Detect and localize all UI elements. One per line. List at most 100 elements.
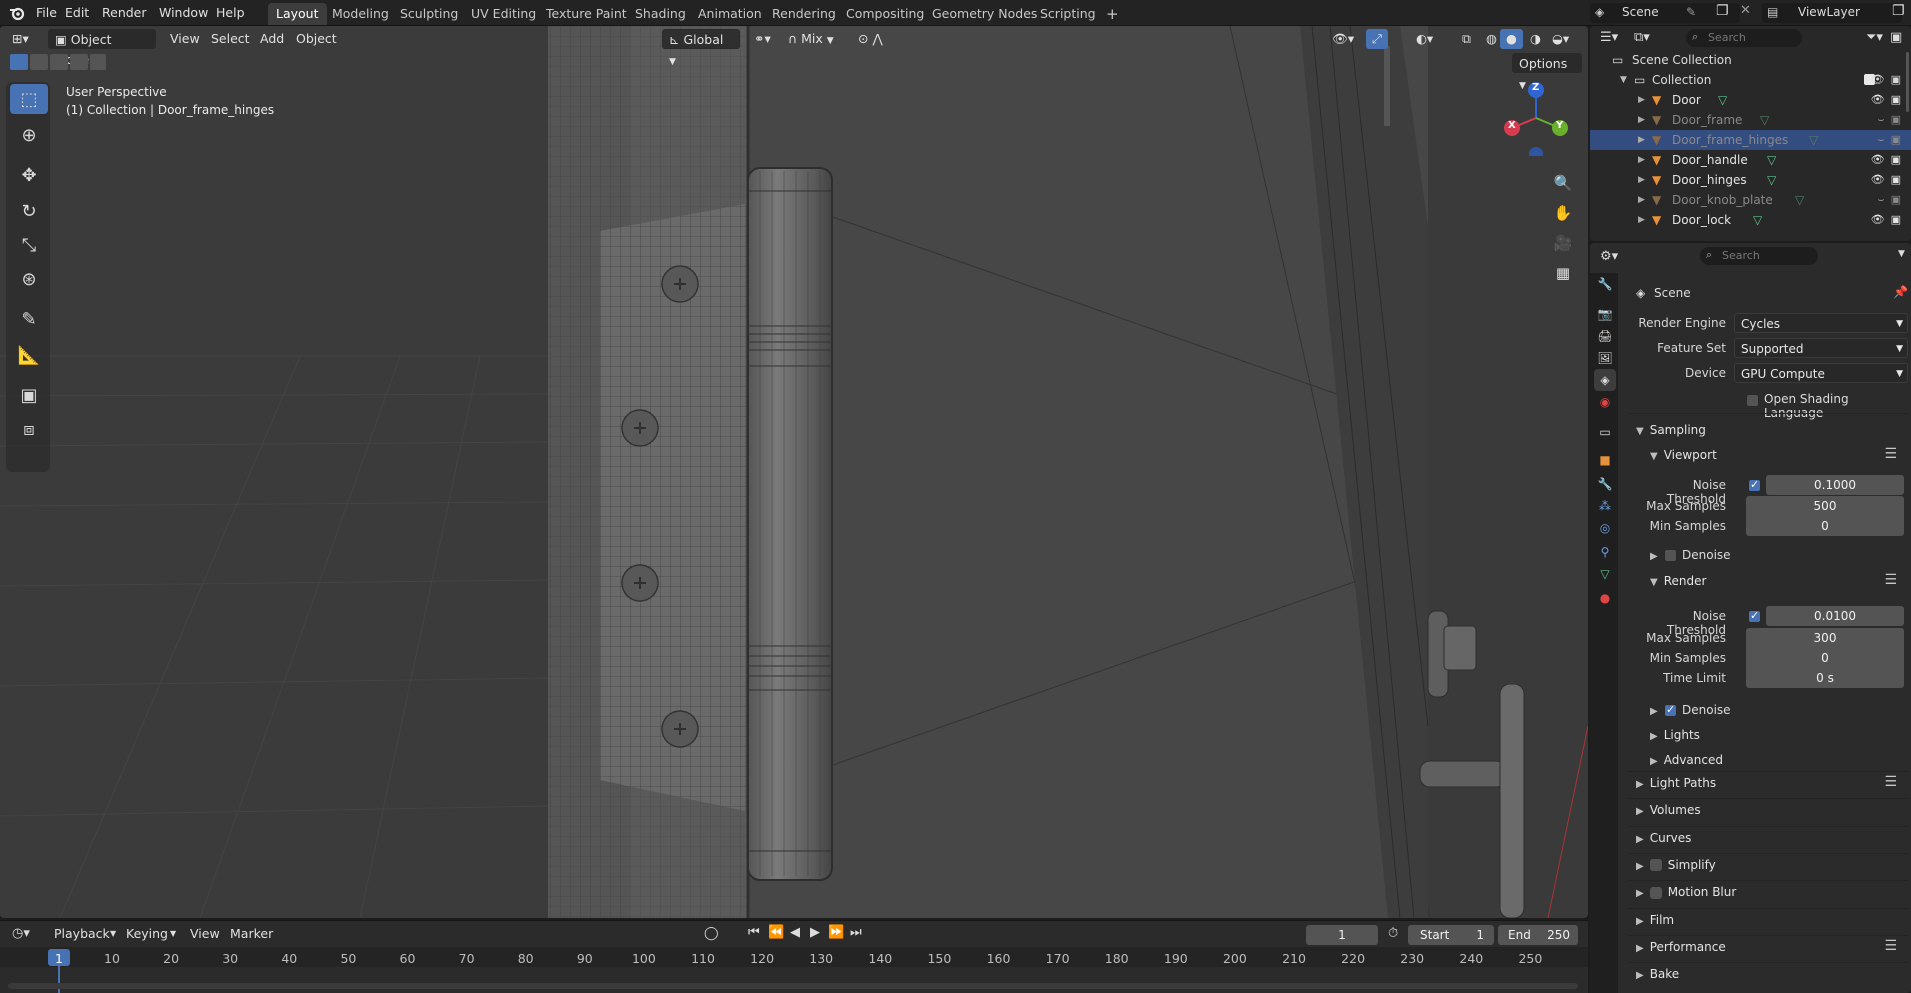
menu-help[interactable]: Help: [210, 3, 251, 23]
start-frame-field[interactable]: Start 1: [1408, 925, 1494, 945]
object-tab-icon[interactable]: ■: [1594, 449, 1616, 471]
panel-checkbox[interactable]: [1649, 886, 1662, 899]
osl-checkbox[interactable]: [1746, 394, 1759, 407]
timeline-menu-keying[interactable]: Keying: [120, 924, 174, 944]
measure-icon[interactable]: 📐: [10, 340, 48, 370]
eye-icon[interactable]: 👁▣: [1871, 90, 1907, 110]
mesh-data-icon[interactable]: ▽: [1767, 170, 1776, 190]
vp-max-samples-field[interactable]: 500: [1746, 496, 1904, 516]
outliner-scrollbar[interactable]: [1906, 52, 1909, 112]
tab-geometry-nodes[interactable]: Geometry Nodes: [924, 3, 1045, 25]
eye-icon[interactable]: 👁▣: [1871, 210, 1907, 230]
annotate-icon[interactable]: ✎: [10, 304, 48, 334]
timeline-menu-view[interactable]: View: [184, 924, 226, 944]
shading-solid-icon[interactable]: ●: [1500, 29, 1523, 49]
collection-tab-icon[interactable]: ▭: [1594, 421, 1616, 443]
mesh-data-icon[interactable]: ▽: [1795, 190, 1804, 210]
overlays-icon[interactable]: ◐▾: [1410, 29, 1439, 49]
outliner-object-row[interactable]: ▶ ▼ Door_hinges ▽ 👁▣: [1590, 170, 1911, 190]
3d-viewport[interactable]: ⊞▾ ▣ Object Mode ▼ View Select Add Objec…: [0, 26, 1588, 918]
preset-list-icon[interactable]: ☰: [1884, 938, 1897, 954]
jump-end-icon[interactable]: ⏭: [850, 925, 862, 940]
panel-header[interactable]: ▶ Bake: [1636, 967, 1679, 981]
r-noise-field[interactable]: 0.0100: [1766, 606, 1904, 626]
r-min-samples-field[interactable]: 0: [1746, 648, 1904, 668]
editor-type-icon[interactable]: ⊞▾: [6, 29, 35, 49]
select-intersect-icon[interactable]: [90, 54, 106, 70]
vp-denoise-header[interactable]: ▶: [1650, 548, 1664, 562]
constraints-tab-icon[interactable]: ⚲: [1594, 541, 1616, 563]
outliner-editor-icon[interactable]: ☰▾: [1600, 30, 1618, 45]
mesh-data-icon[interactable]: ▽: [1753, 210, 1762, 230]
panel-checkbox[interactable]: [1649, 859, 1662, 872]
physics-tab-icon[interactable]: ◎: [1594, 517, 1616, 539]
r-max-samples-field[interactable]: 300: [1746, 628, 1904, 648]
viewport-menu-add[interactable]: Add: [254, 29, 290, 49]
next-keyframe-icon[interactable]: ⏩: [828, 925, 844, 940]
filter-icon[interactable]: ⏷▾: [1866, 30, 1883, 45]
outliner[interactable]: ☰▾ ⧉▾ ⌕ Search ⏷▾ ▣ ▭ Scene Collection ▼…: [1590, 26, 1911, 241]
chevron-right-icon[interactable]: ▶: [1638, 190, 1645, 210]
zoom-icon[interactable]: 🔍: [1550, 170, 1576, 196]
autokey-icon[interactable]: ◯: [704, 926, 719, 941]
visibility-icons[interactable]: 👁▣: [1871, 70, 1907, 90]
rotate-icon[interactable]: ↻: [10, 196, 48, 226]
new-viewlayer-icon[interactable]: ❐: [1892, 3, 1905, 19]
transform-icon[interactable]: ⊛: [10, 264, 48, 294]
outliner-search[interactable]: ⌕ Search: [1686, 29, 1802, 47]
current-frame-field[interactable]: 1: [1306, 925, 1378, 945]
mesh-data-icon[interactable]: ▽: [1809, 130, 1818, 150]
select-invert-icon[interactable]: [70, 54, 88, 70]
lights-subpanel-header[interactable]: ▶ Lights: [1650, 728, 1700, 742]
output-tab-icon[interactable]: 🖨: [1594, 325, 1616, 347]
sampling-panel-header[interactable]: ▼ Sampling: [1636, 423, 1706, 437]
eye-icon[interactable]: 👁▣: [1871, 170, 1907, 190]
menu-render[interactable]: Render: [96, 3, 153, 23]
mesh-data-icon[interactable]: ▽: [1767, 150, 1776, 170]
new-scene-icon[interactable]: ❐: [1716, 3, 1729, 19]
chevron-right-icon[interactable]: ▶: [1638, 170, 1645, 190]
mode-dropdown[interactable]: ▣ Object Mode ▼: [48, 29, 156, 67]
timeline-scrollbar[interactable]: [8, 983, 1578, 989]
panel-header[interactable]: ▶ Light Paths: [1636, 776, 1716, 790]
properties-editor-icon[interactable]: ⚙▾: [1600, 249, 1618, 264]
snap-dropdown[interactable]: ∩ Mix ▼: [782, 29, 848, 49]
scale-icon[interactable]: ⤡: [10, 230, 48, 260]
tab-uv-editing[interactable]: UV Editing: [463, 3, 544, 25]
feature-set-dropdown[interactable]: Supported ▼: [1734, 338, 1908, 358]
menu-edit[interactable]: Edit: [59, 3, 95, 23]
blender-logo-icon[interactable]: [8, 4, 26, 22]
timeline[interactable]: ◷▾ Playback ▼ Keying ▼ View Marker ◯ ⏮ ⏪…: [0, 920, 1588, 993]
outliner-object-row[interactable]: ▶ ▼ Door_lock ▽ 👁▣: [1590, 210, 1911, 230]
tab-shading[interactable]: Shading: [627, 3, 694, 25]
panel-header[interactable]: ▶ Film: [1636, 913, 1674, 927]
outliner-object-row[interactable]: ▶ ▼ Door ▽ 👁▣: [1590, 90, 1911, 110]
outliner-object-row[interactable]: ▶ ▼ Door_frame_hinges ▽ ⌣▣: [1590, 130, 1911, 150]
chevron-right-icon[interactable]: ▶: [1638, 130, 1645, 150]
render-tab-icon[interactable]: 📷: [1594, 303, 1616, 325]
transform-orientation-dropdown[interactable]: ⊾ Global ▼: [662, 29, 740, 67]
select-new-icon[interactable]: [10, 54, 28, 70]
vp-noise-field[interactable]: 0.1000: [1766, 475, 1904, 495]
xray-icon[interactable]: ⧉: [1456, 29, 1477, 49]
collection-row[interactable]: ▼ ▭ Collection 👁▣: [1590, 70, 1911, 90]
timeline-menu-playback[interactable]: Playback: [48, 924, 116, 944]
vp-denoise-checkbox[interactable]: [1664, 549, 1677, 562]
play-icon[interactable]: ▶: [810, 925, 820, 940]
pan-hand-icon[interactable]: ✋: [1550, 200, 1576, 226]
r-time-limit-field[interactable]: 0 s: [1746, 668, 1904, 688]
chevron-right-icon[interactable]: ▶: [1638, 210, 1645, 230]
chevron-right-icon[interactable]: ▶: [1638, 110, 1645, 130]
render-subpanel-header[interactable]: ▼ Render: [1650, 574, 1706, 588]
tab-texture-paint[interactable]: Texture Paint: [538, 3, 635, 25]
shading-rendered-icon[interactable]: ◒▾: [1546, 29, 1575, 49]
vp-noise-checkbox[interactable]: [1748, 478, 1761, 492]
eye-closed-icon[interactable]: ⌣▣: [1877, 130, 1907, 150]
cursor-icon[interactable]: ⊕: [10, 120, 48, 150]
tab-modeling[interactable]: Modeling: [324, 3, 397, 25]
properties-search[interactable]: ⌕ Search: [1700, 247, 1818, 265]
eye-icon[interactable]: 👁▣: [1871, 150, 1907, 170]
select-subtract-icon[interactable]: [50, 54, 68, 70]
particles-tab-icon[interactable]: ⁂: [1594, 495, 1616, 517]
viewport-subpanel-header[interactable]: ▼ Viewport: [1650, 448, 1717, 462]
